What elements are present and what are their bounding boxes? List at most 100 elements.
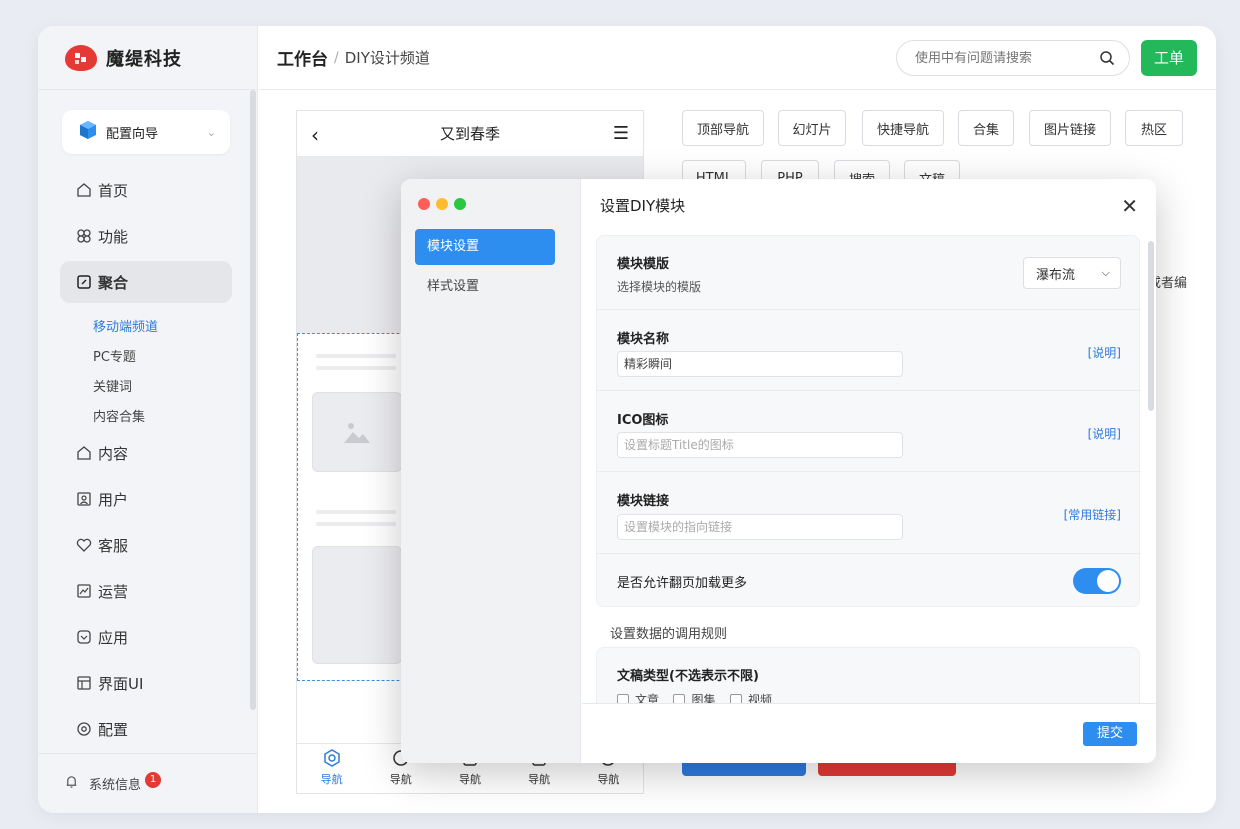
system-info-label: 系统信息 — [89, 778, 142, 793]
module-tag-slideshow[interactable]: 幻灯片 — [778, 110, 846, 146]
module-link-input[interactable]: 设置模块的指向链接 — [617, 514, 903, 540]
sidebar-item-label: 功能 — [98, 227, 129, 246]
breadcrumb-root[interactable]: 工作台 — [277, 45, 328, 70]
checkbox-video[interactable]: 视频 — [729, 691, 772, 703]
brand[interactable]: 魔缇科技 — [38, 26, 257, 90]
template-row: 模块模版 选择模块的模版 瀑布流 ⌵ — [597, 236, 1141, 310]
sub-item-collections[interactable]: 内容合集 — [60, 403, 232, 433]
module-name-input[interactable]: 精彩瞬间 — [617, 351, 903, 377]
paging-row: 是否允许翻页加载更多 — [597, 554, 1141, 608]
tabbar-label: 导航 — [320, 773, 343, 786]
sidebar-item-label: 配置 — [98, 720, 129, 739]
dialog-scrollbar[interactable] — [1148, 241, 1154, 411]
sidebar-scrollbar[interactable] — [250, 90, 256, 710]
rules-card: 文稿类型(不选表示不限) 文章 图集 视频 — [596, 647, 1140, 703]
doc-type-label: 文稿类型(不选表示不限) — [617, 669, 759, 684]
placeholder-line — [316, 366, 396, 370]
module-tag-top-nav[interactable]: 顶部导航 — [682, 110, 764, 146]
sub-nav: 移动端频道 PC专题 关键词 内容合集 — [60, 313, 232, 433]
image-placeholder-icon — [312, 392, 402, 472]
dialog-sidebar: 模块设置 样式设置 — [401, 179, 581, 763]
search-input[interactable] — [915, 50, 1085, 66]
toggle-knob — [1097, 570, 1119, 592]
app-icon — [76, 629, 92, 645]
bell-icon — [64, 774, 79, 793]
common-links-link[interactable]: [常用链接] — [1064, 506, 1121, 523]
ico-label: ICO图标 — [617, 413, 669, 428]
wizard-label: 配置向导 — [106, 126, 159, 142]
sidebar-item-home[interactable]: 首页 — [60, 169, 232, 211]
breadcrumb-separator: / — [334, 49, 339, 66]
brand-logo-icon — [64, 43, 98, 73]
phone-title: 又到春季 — [439, 125, 500, 143]
gear-icon — [76, 721, 92, 737]
settings-card: 模块模版 选择模块的模版 瀑布流 ⌵ 模块名称 精彩瞬间 [说明] ICO图标 … — [596, 235, 1141, 608]
template-label: 模块模版 — [617, 257, 670, 272]
sidebar-item-label: 应用 — [98, 628, 129, 647]
home-icon — [76, 182, 92, 198]
tabbar-label: 导航 — [389, 773, 412, 786]
system-info[interactable]: 系统信息 1 — [38, 753, 258, 813]
minimize-dot-icon[interactable] — [436, 198, 448, 210]
submit-button[interactable]: 提交 — [1083, 722, 1137, 746]
compass-icon — [76, 274, 92, 290]
sub-item-pc-topic[interactable]: PC专题 — [60, 343, 232, 373]
name-row: 模块名称 精彩瞬间 [说明] — [597, 310, 1141, 391]
checkbox-article[interactable]: 文章 — [617, 691, 659, 703]
window-controls — [418, 198, 466, 210]
checkbox-box — [729, 693, 742, 703]
close-icon[interactable]: ✕ — [1121, 194, 1138, 218]
placeholder-line — [316, 510, 396, 514]
tab-style-settings[interactable]: 样式设置 — [415, 269, 555, 305]
brand-name: 魔缇科技 — [106, 48, 182, 70]
sub-item-mobile-channel[interactable]: 移动端频道 — [60, 313, 232, 343]
module-tag-hotspot[interactable]: 热区 — [1125, 110, 1183, 146]
name-help-link[interactable]: [说明] — [1088, 344, 1121, 361]
ico-input[interactable]: 设置标题Title的图标 — [617, 432, 903, 458]
template-select[interactable]: 瀑布流 ⌵ — [1023, 257, 1121, 289]
sidebar-item-label: 客服 — [98, 536, 129, 555]
sidebar-item-aggregate[interactable]: 聚合 — [60, 261, 232, 303]
clover-icon — [76, 228, 92, 244]
template-value: 瀑布流 — [1036, 267, 1076, 283]
name-label: 模块名称 — [617, 332, 670, 347]
search-box[interactable] — [896, 40, 1130, 76]
placeholder-line — [316, 354, 396, 358]
hexagon-icon — [321, 748, 343, 771]
checkbox-label: 文章 — [635, 693, 660, 703]
chevron-down-icon: ⌄ — [206, 125, 216, 139]
sidebar-item-config[interactable]: 配置 — [60, 708, 232, 750]
module-tag-image-link[interactable]: 图片链接 — [1029, 110, 1111, 146]
sidebar-item-users[interactable]: 用户 — [60, 478, 232, 520]
placeholder-line — [316, 522, 396, 526]
sub-item-keywords[interactable]: 关键词 — [60, 373, 232, 403]
tab-module-settings[interactable]: 模块设置 — [415, 229, 555, 265]
back-icon[interactable]: ‹ — [311, 123, 319, 147]
sidebar: 魔缇科技 配置向导 ⌄ 首页 功能 聚合 移动端频道 PC专题 关键词 内容合集… — [38, 26, 258, 813]
user-card-icon — [76, 491, 92, 507]
paging-toggle[interactable] — [1073, 568, 1121, 594]
wizard-dropdown[interactable]: 配置向导 ⌄ — [62, 110, 230, 154]
paging-label: 是否允许翻页加载更多 — [617, 576, 748, 591]
module-tag-collection[interactable]: 合集 — [958, 110, 1014, 146]
search-icon[interactable] — [1099, 50, 1115, 70]
close-dot-icon[interactable] — [418, 198, 430, 210]
dialog-footer: 提交 — [582, 703, 1156, 763]
sidebar-item-apps[interactable]: 应用 — [60, 616, 232, 658]
ico-row: ICO图标 设置标题Title的图标 [说明] — [597, 391, 1141, 472]
sidebar-item-features[interactable]: 功能 — [60, 215, 232, 257]
work-order-button[interactable]: 工单 — [1141, 40, 1197, 76]
sidebar-item-service[interactable]: 客服 — [60, 524, 232, 566]
ico-help-link[interactable]: [说明] — [1088, 425, 1121, 442]
checkbox-gallery[interactable]: 图集 — [673, 691, 715, 703]
sidebar-item-ui[interactable]: 界面UI — [60, 662, 232, 704]
tabbar-item[interactable]: 导航 — [321, 748, 343, 787]
menu-icon[interactable]: ☰ — [613, 123, 629, 144]
tabbar-label: 导航 — [597, 773, 620, 786]
maximize-dot-icon[interactable] — [454, 198, 466, 210]
module-tag-quick-nav[interactable]: 快捷导航 — [862, 110, 944, 146]
checkbox-box — [617, 693, 629, 703]
sidebar-item-operations[interactable]: 运营 — [60, 570, 232, 612]
sidebar-item-content[interactable]: 内容 — [60, 432, 232, 474]
home-icon — [76, 445, 92, 461]
